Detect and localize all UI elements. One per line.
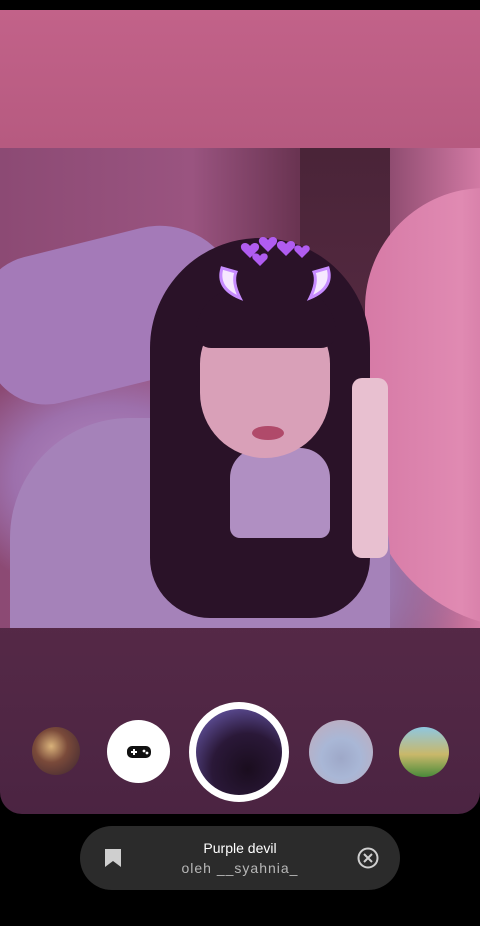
selected-filter-preview: [196, 709, 282, 795]
filter-name: Purple devil: [203, 840, 277, 856]
lips: [252, 426, 284, 440]
top-band: [0, 10, 480, 148]
phone: [352, 378, 388, 558]
filter-thumb-1[interactable]: [32, 727, 80, 775]
filter-thumb-game[interactable]: [107, 720, 170, 783]
filter-author: oleh __syahnia_: [181, 860, 299, 876]
close-circle-icon[interactable]: [357, 847, 379, 869]
camera-preview[interactable]: [0, 10, 480, 814]
filter-thumb-5[interactable]: [399, 727, 449, 777]
gamepad-icon: [126, 745, 151, 758]
filter-thumb-4[interactable]: [309, 720, 373, 784]
status-bar: [0, 0, 480, 10]
filter-carousel[interactable]: [0, 700, 480, 802]
filter-info-bar: Purple devil oleh __syahnia_: [80, 826, 400, 890]
filter-thumb-purple-devil[interactable]: [189, 702, 289, 802]
turtleneck: [230, 448, 330, 538]
screen: Purple devil oleh __syahnia_: [0, 0, 480, 926]
camera-feed-image: [0, 148, 480, 628]
